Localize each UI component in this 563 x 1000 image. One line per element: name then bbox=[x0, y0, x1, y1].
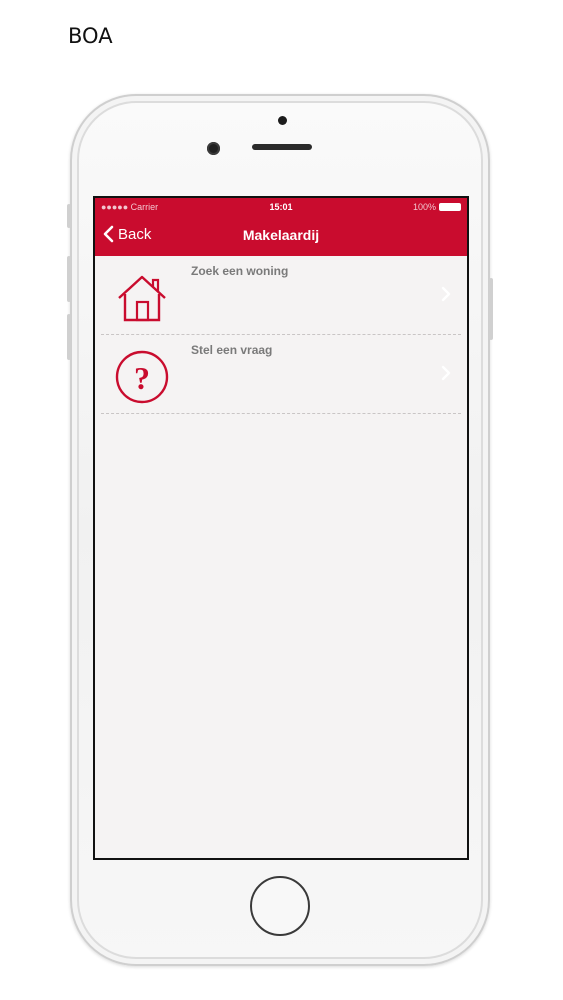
status-bar: ●●●●● Carrier 15:01 100% bbox=[95, 198, 467, 216]
navigation-bar: Back Makelaardij bbox=[95, 216, 467, 256]
list-item-label: Zoek een woning bbox=[191, 264, 289, 278]
status-time: 15:01 bbox=[269, 202, 293, 212]
battery-indicator: 100% bbox=[413, 202, 461, 212]
document-label: BOA bbox=[68, 24, 113, 48]
earpiece-speaker bbox=[252, 144, 312, 150]
app-screen: ●●●●● Carrier 15:01 100% Back Makelaardi… bbox=[93, 196, 469, 860]
power-button bbox=[489, 278, 493, 340]
list-item-stel-een-vraag[interactable]: ? Stel een vraag bbox=[101, 335, 461, 414]
proximity-sensor bbox=[278, 116, 287, 125]
question-icon: ? bbox=[115, 350, 169, 404]
page-title: Makelaardij bbox=[242, 227, 320, 243]
home-button[interactable] bbox=[250, 876, 310, 936]
app-header: ●●●●● Carrier 15:01 100% Back Makelaardi… bbox=[95, 198, 467, 256]
svg-text:?: ? bbox=[134, 360, 150, 396]
page: BOA ●●●●● Carrier 15:01 100% Back Makela… bbox=[0, 0, 563, 1000]
battery-percent: 100% bbox=[412, 202, 436, 212]
list-item-zoek-een-woning[interactable]: Zoek een woning bbox=[101, 256, 461, 335]
volume-up-button bbox=[67, 256, 71, 302]
menu-list: Zoek een woning ? Stel een vraag bbox=[95, 256, 467, 414]
chevron-right-icon bbox=[441, 365, 451, 381]
battery-icon bbox=[439, 203, 461, 211]
front-camera bbox=[207, 142, 220, 155]
list-item-label: Stel een vraag bbox=[191, 343, 273, 357]
mute-switch bbox=[67, 204, 71, 228]
chevron-right-icon bbox=[441, 286, 451, 302]
volume-down-button bbox=[67, 314, 71, 360]
house-icon bbox=[118, 275, 166, 322]
